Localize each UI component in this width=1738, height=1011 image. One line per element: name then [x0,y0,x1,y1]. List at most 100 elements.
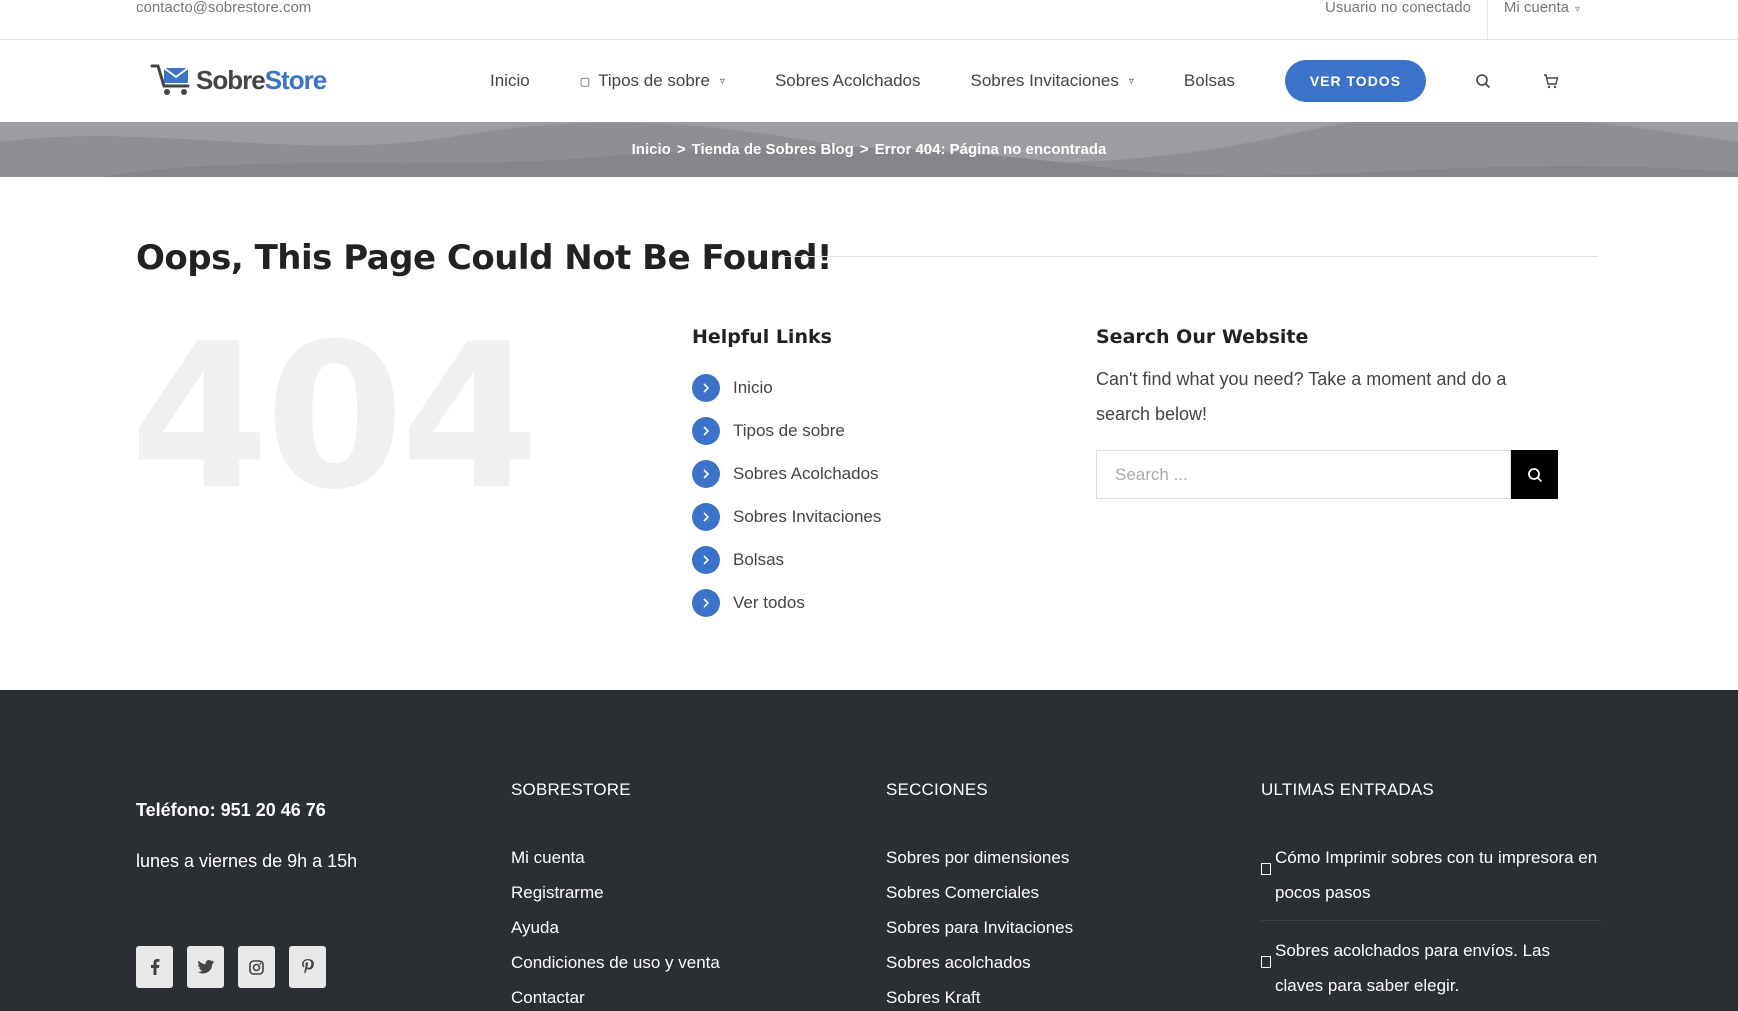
footer-link[interactable]: Condiciones de uso y venta [511,945,720,980]
link-label: Ver todos [733,592,805,612]
footer-link[interactable]: Sobres por dimensiones [886,840,1073,875]
chevron-right-icon [692,588,720,617]
search-description: Can't find what you need? Take a moment … [1096,369,1507,424]
chevron-down-icon: ▿ [719,75,725,87]
breadcrumb: Inicio > Tienda de Sobres Blog > Error 4… [0,122,1738,177]
footer: Teléfono: 951 20 46 76 lunes a viernes d… [0,690,1738,1011]
helpful-links-list: Inicio Tipos de sobre Sobres Acolchados … [692,366,881,624]
footer-links: Sobres por dimensiones Sobres Comerciale… [886,840,1073,1011]
link-label: Sobres Invitaciones [733,506,882,526]
contact-email[interactable]: contacto@sobrestore.com [136,0,311,16]
footer-link[interactable]: Mi cuenta [511,840,720,875]
breadcrumb-current: Error 404: Página no encontrada [874,141,1107,158]
link-label: Sobres Acolchados [733,463,879,483]
breadcrumb-separator: > [676,141,686,158]
helpful-link-tipos[interactable]: Tipos de sobre [692,409,881,452]
main-nav: Inicio ▢ Tipos de sobre ▿ Sobres Acolchado… [490,60,1608,102]
helpful-links-title: Helpful Links [692,326,832,348]
envelope-icon: ▢ [579,75,591,88]
footer-links: Mi cuenta Registrarme Ayuda Condiciones … [511,840,720,1011]
logo-text-sobre: Sobre [196,64,266,95]
chevron-down-icon: ▿ [1574,4,1580,15]
error-code: 404 [130,301,539,534]
nav-label: Bolsas [1183,71,1235,90]
nav-label: Sobres Invitaciones [970,71,1119,90]
logo-text: SobreStore [196,64,327,96]
breadcrumb-blog[interactable]: Tienda de Sobres Blog [692,141,854,158]
footer-post[interactable]: Cómo Imprimir sobres con tu impresora en… [1261,840,1601,921]
chevron-right-icon [692,416,720,445]
footer-col-title: SOBRESTORE [511,780,631,799]
nav-bolsas[interactable]: Bolsas [1184,71,1235,91]
helpful-links: Helpful Links Inicio Tipos de sobre Sobr… [692,326,881,624]
breadcrumb-band: Inicio > Tienda de Sobres Blog > Error 4… [0,122,1738,177]
search-icon [1527,467,1542,482]
footer-link[interactable]: Registrarme [511,875,720,910]
facebook-icon[interactable] [136,946,173,988]
post-title: Sobres acolchados para envíos. Las clave… [1275,941,1551,995]
top-bar-right: Usuario no conectado Mi cuenta ▿ [1309,0,1596,40]
chevron-right-icon [692,545,720,574]
link-label: Tipos de sobre [733,420,845,440]
footer-col-title: ULTIMAS ENTRADAS [1261,780,1434,799]
top-bar: contacto@sobrestore.com Usuario no conec… [0,0,1738,40]
breadcrumb-inicio[interactable]: Inicio [632,141,671,158]
logo[interactable]: SobreStore [150,60,327,100]
helpful-link-invitaciones[interactable]: Sobres Invitaciones [692,495,881,538]
logo-cart-icon [150,62,196,98]
footer-post[interactable]: Sobres acolchados para envíos. Las clave… [1261,933,1601,1011]
nav-inicio[interactable]: Inicio [490,71,530,91]
twitter-icon[interactable] [187,946,224,988]
search-submit-button[interactable] [1511,450,1558,499]
footer-hours: lunes a viernes de 9h a 15h [136,851,358,871]
search-input[interactable] [1096,450,1511,499]
link-label: Inicio [733,377,773,397]
search-icon[interactable] [1472,70,1494,92]
helpful-link-ver-todos[interactable]: Ver todos [692,581,881,624]
social-links [136,946,357,988]
nav-sobres-acolchados[interactable]: Sobres Acolchados [775,71,921,91]
search-title: Search Our Website [1096,326,1309,348]
page-title: Oops, This Page Could Not Be Found! [136,238,832,278]
helpful-link-inicio[interactable]: Inicio [692,366,881,409]
pinterest-icon[interactable] [289,946,326,988]
nav-sobres-invitaciones[interactable]: Sobres Invitaciones ▿ [971,71,1134,91]
footer-link[interactable]: Sobres para Invitaciones [886,910,1073,945]
chevron-right-icon [692,373,720,402]
footer-ultimas-entradas: ULTIMAS ENTRADAS Cómo Imprimir sobres co… [1261,780,1601,1011]
user-status: Usuario no conectado [1324,0,1471,16]
post-title: Cómo Imprimir sobres con tu impresora en… [1275,848,1598,902]
logo-text-store: Store [264,64,327,95]
footer-sobrestore: SOBRESTORE Mi cuenta Registrarme Ayuda C… [511,780,720,1011]
footer-phone[interactable]: Teléfono: 951 20 46 76 [136,800,357,821]
helpful-link-bolsas[interactable]: Bolsas [692,538,881,581]
footer-contact: Teléfono: 951 20 46 76 lunes a viernes d… [136,800,357,988]
footer-link[interactable]: Ayuda [511,910,720,945]
post-icon [1261,852,1275,910]
account-menu[interactable]: Mi cuenta ▿ [1486,0,1596,40]
chevron-right-icon [692,502,720,531]
footer-link[interactable]: Sobres Comerciales [886,875,1073,910]
nav-label: Tipos de sobre [598,71,710,90]
footer-posts: Cómo Imprimir sobres con tu impresora en… [1261,840,1601,1011]
nav-tipos-de-sobre[interactable]: ▢ Tipos de sobre ▿ [580,71,725,91]
footer-link[interactable]: Sobres acolchados [886,945,1073,980]
account-label: Mi cuenta [1503,0,1569,16]
search-section: Search Our Website Can't find what you n… [1096,326,1566,499]
title-divider [780,256,1598,257]
cart-icon[interactable] [1540,70,1562,92]
instagram-icon[interactable] [238,946,275,988]
footer-col-title: SECCIONES [886,780,988,799]
breadcrumb-separator: > [859,141,869,158]
footer-secciones: SECCIONES Sobres por dimensiones Sobres … [886,780,1073,1011]
main-header: SobreStore Inicio ▢ Tipos de sobre ▿ Sobre… [0,40,1738,122]
footer-link[interactable]: Sobres Kraft [886,980,1073,1011]
chevron-down-icon: ▿ [1128,75,1134,87]
chevron-right-icon [692,459,720,488]
search-form [1096,450,1566,499]
helpful-link-acolchados[interactable]: Sobres Acolchados [692,452,881,495]
footer-link[interactable]: Contactar [511,980,720,1011]
ver-todos-button[interactable]: VER TODOS [1284,60,1426,102]
nav-label: Inicio [490,71,530,90]
link-label: Bolsas [733,549,785,569]
